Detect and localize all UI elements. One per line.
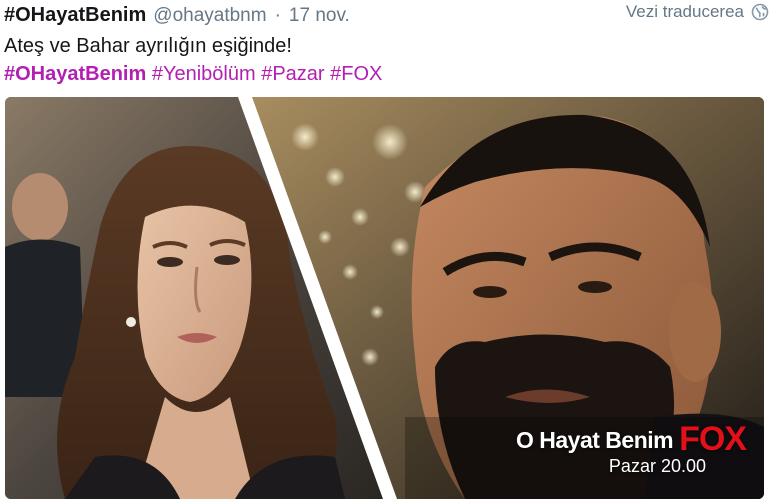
hashtag-link[interactable]: #Yenibölüm <box>152 63 256 85</box>
tweet-media-image[interactable]: O Hayat Benim FOX Pazar 20.00 <box>5 97 764 499</box>
hashtag-link[interactable]: #Pazar <box>261 63 324 85</box>
hashtag-link[interactable]: #FOX <box>330 63 382 85</box>
separator: · <box>274 5 281 26</box>
tweet-timestamp[interactable]: 17 nov. <box>289 5 350 27</box>
user-handle[interactable]: @ohayatbnm <box>153 5 266 27</box>
tweet: #OHayatBenim @ohayatbnm · 17 nov. Vezi t… <box>0 0 769 501</box>
display-name[interactable]: #OHayatBenim <box>4 4 146 27</box>
translate-label: Vezi traducerea <box>625 2 744 21</box>
hashtag-link[interactable]: #OHayatBenim <box>4 63 146 85</box>
tweet-text: Ateş ve Bahar ayrılığın eşiğinde! <box>4 35 292 57</box>
fox-logo: FOX <box>679 420 747 458</box>
show-branding: O Hayat Benim FOX Pazar 20.00 <box>515 420 747 477</box>
globe-icon <box>751 3 769 21</box>
translate-button[interactable]: Vezi traducerea <box>626 2 769 22</box>
tweet-hashtags: #OHayatBenim #Yenibölüm #Pazar #FOX <box>4 63 382 86</box>
show-title: O Hayat Benim <box>515 427 674 453</box>
broadcast-schedule: Pazar 20.00 <box>608 456 706 476</box>
